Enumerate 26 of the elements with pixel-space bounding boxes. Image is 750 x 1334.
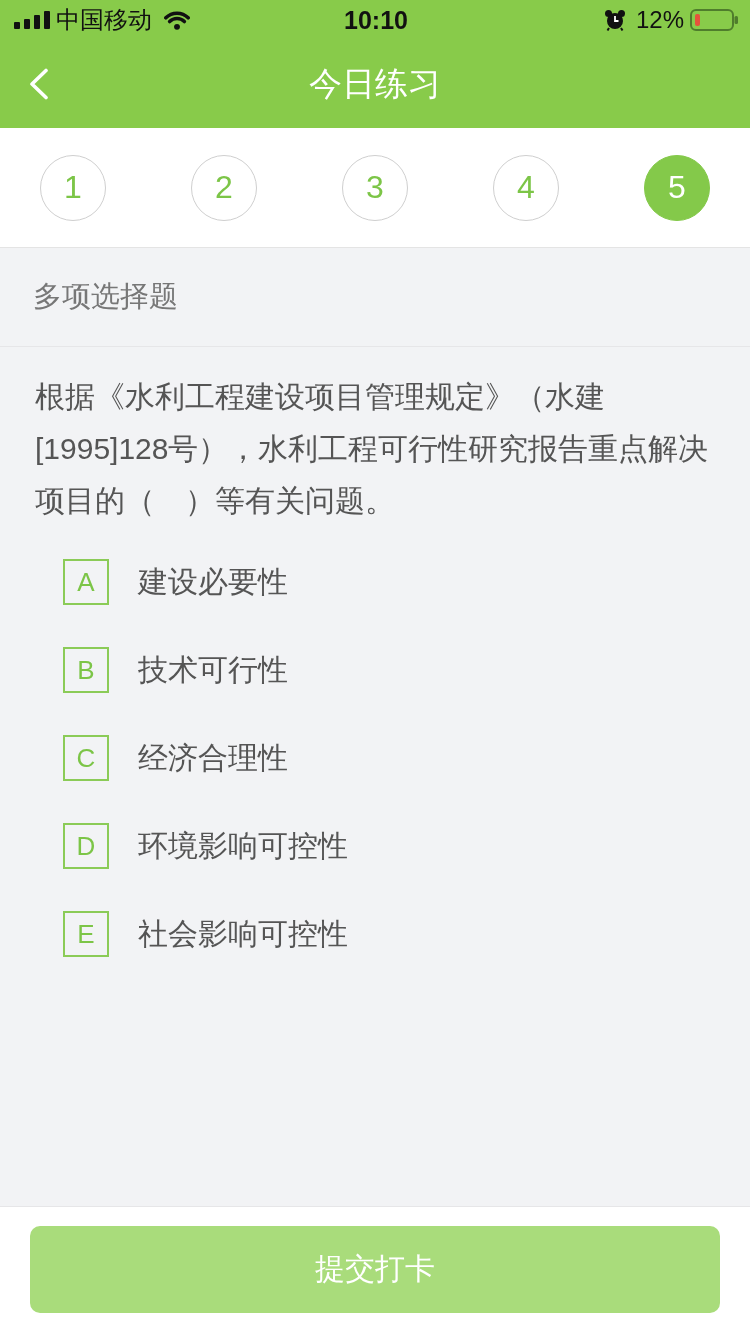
option-letter-box[interactable]: C: [63, 735, 109, 781]
signal-icon: [14, 11, 50, 29]
question-number-tab[interactable]: 5: [644, 154, 710, 221]
back-icon[interactable]: [29, 68, 49, 100]
question-number-tab[interactable]: 4: [493, 154, 559, 221]
option-text[interactable]: 技术可行性: [138, 649, 288, 691]
battery-percent: 12%: [635, 6, 684, 34]
option-letter-box[interactable]: A: [63, 559, 109, 605]
wifi-icon: [164, 10, 190, 30]
option-text[interactable]: 环境影响可控性: [138, 825, 348, 867]
carrier-name: 中国移动: [56, 5, 152, 35]
question-text: 根据《水利工程建设项目管理规定》（水建[1995]128号），水利工程可行性研究报告重点解决项目的（ ）等有关问题。: [35, 379, 710, 519]
option-letter-box[interactable]: B: [63, 647, 109, 693]
question-number-tab[interactable]: 1: [40, 154, 106, 221]
battery-icon: [690, 9, 738, 31]
alarm-clock-icon: [603, 9, 626, 31]
question-number-tab[interactable]: 2: [191, 154, 257, 221]
question-number-tab[interactable]: 3: [342, 154, 408, 221]
option-text[interactable]: 经济合理性: [138, 737, 288, 779]
option-letter-box[interactable]: E: [63, 911, 109, 957]
option-letter-box[interactable]: D: [63, 823, 109, 869]
page-title: 今日练习: [309, 63, 441, 104]
question-type-label: 多项选择题: [33, 279, 178, 314]
status-time: 10:10: [344, 5, 408, 35]
option-text[interactable]: 社会影响可控性: [138, 913, 348, 955]
option-text[interactable]: 建设必要性: [138, 561, 288, 603]
